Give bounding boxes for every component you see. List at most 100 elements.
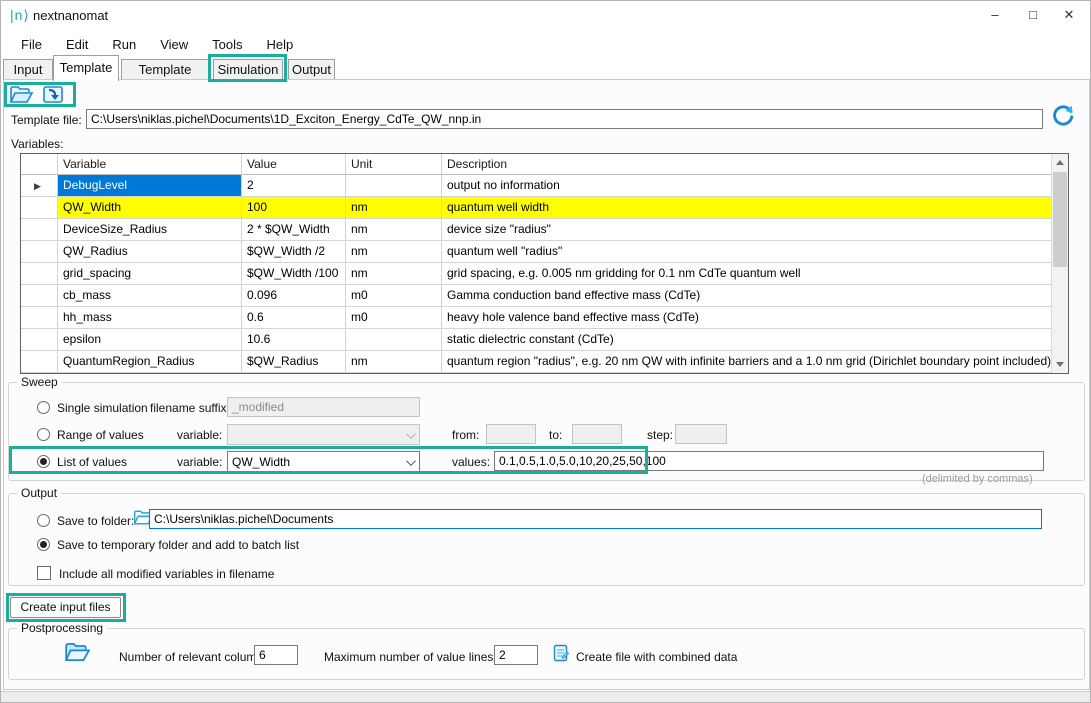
list-variable-dropdown[interactable]: QW_Width [227,451,420,472]
close-button[interactable]: ✕ [1052,1,1086,29]
max-value-lines-input[interactable] [494,645,538,665]
cell-variable[interactable]: QW_Radius [58,241,242,262]
cell-variable[interactable]: hh_mass [58,307,242,328]
col-header-unit[interactable]: Unit [346,154,442,174]
cell-value[interactable]: 0.096 [242,285,346,306]
cell-unit[interactable] [346,329,442,350]
cell-variable[interactable]: DeviceSize_Radius [58,219,242,240]
menu-bar: File Edit Run View Tools Help [1,33,1090,55]
range-of-values-radio[interactable] [37,428,50,441]
combined-data-file-icon[interactable] [553,644,569,662]
from-input[interactable] [486,424,536,444]
col-header-description[interactable]: Description [442,154,1051,174]
import-template-icon[interactable] [41,85,65,104]
cell-unit[interactable]: nm [346,241,442,262]
tab-template[interactable]: Template [53,55,119,81]
cell-variable[interactable]: epsilon [58,329,242,350]
minimize-button[interactable]: – [978,1,1012,29]
tab-simulation[interactable]: Simulation [213,59,283,80]
cell-variable[interactable]: QW_Width [58,197,242,218]
include-variables-checkbox[interactable] [37,566,51,580]
cell-description[interactable]: device size "radius" [442,219,1051,240]
maximize-button[interactable]: □ [1016,1,1050,29]
tab-template-beta[interactable]: Template (Beta) [121,59,209,80]
cell-value[interactable]: $QW_Width /2 [242,241,346,262]
cell-unit[interactable]: nm [346,197,442,218]
cell-description[interactable]: static dielectric constant (CdTe) [442,329,1051,350]
table-row[interactable]: cb_mass 0.096 m0 Gamma conduction band e… [21,285,1051,307]
scroll-up-icon[interactable] [1052,154,1068,171]
cell-description[interactable]: quantum well width [442,197,1051,218]
cell-value[interactable]: $QW_Width /100 [242,263,346,284]
scrollbar-thumb[interactable] [1053,172,1067,267]
list-of-values-radio[interactable] [37,455,50,468]
table-row[interactable]: QW_Width 100 nm quantum well width [21,197,1051,219]
cell-unit[interactable]: nm [346,219,442,240]
range-variable-dropdown[interactable] [227,424,420,445]
postprocessing-group-title: Postprocessing [17,621,107,635]
save-temp-label: Save to temporary folder and add to batc… [57,538,299,552]
menu-run[interactable]: Run [100,35,148,54]
table-row[interactable]: ▶ DebugLevel 2 output no information [21,175,1051,197]
save-temp-radio[interactable] [37,538,50,551]
output-folder-input[interactable] [149,509,1042,529]
menu-tools[interactable]: Tools [200,35,254,54]
cell-value[interactable]: 10.6 [242,329,346,350]
cell-description[interactable]: heavy hole valence band effective mass (… [442,307,1051,328]
output-groupbox: Output Save to folder: Save to temporary… [8,493,1085,586]
values-hint: (delimited by commas) [922,473,1033,485]
cell-unit[interactable]: nm [346,351,442,372]
scroll-down-icon[interactable] [1052,356,1068,373]
table-row[interactable]: DeviceSize_Radius 2 * $QW_Width nm devic… [21,219,1051,241]
cell-variable[interactable]: QuantumRegion_Radius [58,351,242,372]
list-of-values-label: List of values [57,455,127,469]
cell-value[interactable]: 100 [242,197,346,218]
save-to-folder-radio[interactable] [37,514,50,527]
menu-view[interactable]: View [148,35,200,54]
table-row[interactable]: epsilon 10.6 static dielectric constant … [21,329,1051,351]
to-input[interactable] [572,424,622,444]
cell-value[interactable]: 0.6 [242,307,346,328]
table-row[interactable]: QuantumRegion_Radius $QW_Radius nm quant… [21,351,1051,373]
cell-variable[interactable]: cb_mass [58,285,242,306]
open-template-icon[interactable] [9,85,33,104]
cell-unit[interactable]: nm [346,263,442,284]
refresh-icon[interactable] [1052,105,1074,127]
status-strip [1,691,1090,703]
tab-output[interactable]: Output [288,59,335,80]
filename-suffix-input[interactable] [227,397,420,417]
cell-description[interactable]: output no information [442,175,1051,196]
variables-label: Variables: [11,137,63,151]
cell-description[interactable]: quantum well "radius" [442,241,1051,262]
tab-input[interactable]: Input [3,59,53,80]
cell-variable[interactable]: DebugLevel [58,175,242,196]
cell-description[interactable]: Gamma conduction band effective mass (Cd… [442,285,1051,306]
col-header-variable[interactable]: Variable [58,154,242,174]
cell-value[interactable]: 2 * $QW_Width [242,219,346,240]
menu-edit[interactable]: Edit [54,35,100,54]
cell-value[interactable]: $QW_Radius [242,351,346,372]
cell-unit[interactable]: m0 [346,285,442,306]
postprocessing-folder-icon[interactable] [64,641,90,663]
output-group-title: Output [17,486,61,500]
col-header-value[interactable]: Value [242,154,346,174]
step-input[interactable] [675,424,727,444]
menu-file[interactable]: File [9,35,54,54]
table-row[interactable]: QW_Radius $QW_Width /2 nm quantum well "… [21,241,1051,263]
cell-unit[interactable] [346,175,442,196]
menu-help[interactable]: Help [255,35,306,54]
relevant-column-input[interactable] [254,645,298,665]
cell-variable[interactable]: grid_spacing [58,263,242,284]
cell-value[interactable]: 2 [242,175,346,196]
cell-unit[interactable]: m0 [346,307,442,328]
single-simulation-radio[interactable] [37,401,50,414]
template-file-input[interactable] [86,109,1043,129]
cell-description[interactable]: quantum region "radius", e.g. 20 nm QW w… [442,351,1051,372]
cell-description[interactable]: grid spacing, e.g. 0.005 nm gridding for… [442,263,1051,284]
values-input[interactable] [494,451,1044,471]
save-to-folder-label: Save to folder: [57,514,134,528]
create-input-files-button[interactable]: Create input files [10,597,121,618]
table-row[interactable]: hh_mass 0.6 m0 heavy hole valence band e… [21,307,1051,329]
table-row[interactable]: grid_spacing $QW_Width /100 nm grid spac… [21,263,1051,285]
table-scrollbar[interactable] [1051,154,1068,373]
